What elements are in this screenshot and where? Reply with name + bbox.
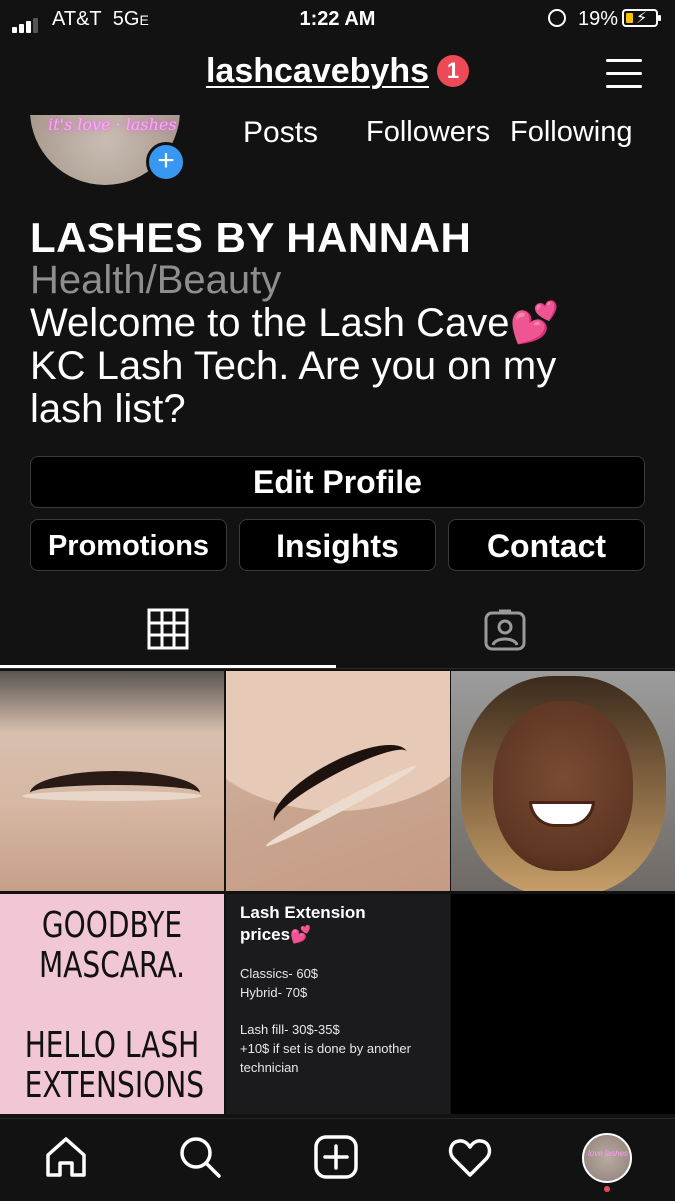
price-line: Hybrid- 70$ — [240, 985, 308, 1000]
price-line: Lash fill- 30$-35$ — [240, 1022, 340, 1037]
tab-tagged[interactable] — [337, 598, 675, 668]
tagged-person-icon — [484, 609, 526, 651]
profile-bio: Welcome to the Lash Cave💕 KC Lash Tech. … — [30, 302, 650, 431]
post-text-block: GOODBYE MASCARA. — [25, 906, 200, 986]
post-title: Lash Extension prices💕 — [240, 902, 366, 946]
new-post-icon[interactable] — [312, 1133, 360, 1181]
price-line: technician — [240, 1060, 299, 1075]
battery-icon: ⚡ — [622, 9, 661, 27]
post-thumbnail-lashes-1[interactable] — [0, 671, 224, 891]
followers-stat[interactable]: Followers — [366, 116, 490, 149]
promotions-button[interactable]: Promotions — [30, 519, 227, 571]
charging-bolt-icon: ⚡ — [636, 10, 648, 27]
profile-category: Health/Beauty — [30, 258, 282, 302]
battery-fill — [626, 13, 633, 23]
add-story-icon[interactable]: + — [146, 142, 186, 182]
search-icon[interactable] — [176, 1133, 224, 1181]
notification-badge[interactable]: 1 — [437, 55, 470, 87]
avatar-neon-sign: it's love · lashes — [48, 115, 177, 134]
price-line: Classics- 60$ — [240, 966, 319, 981]
clock: 1:22 AM — [299, 8, 376, 30]
tab-posts-grid[interactable] — [0, 598, 336, 668]
battery-percent: 19% — [578, 8, 619, 30]
post-thumbnail-lashes-2[interactable] — [226, 671, 450, 891]
orientation-lock-icon — [548, 9, 566, 27]
post-thumbnail-prices[interactable]: Lash Extension prices💕 Classics- 60$ Hyb… — [226, 894, 450, 1114]
post-text-line: MASCARA. — [38, 945, 186, 986]
post-text-line: EXTENSIONS — [24, 1065, 205, 1106]
post-thumbnail-goodbye-mascara[interactable]: GOODBYE MASCARA. HELLO LASH EXTENSIONS — [0, 894, 224, 1114]
empty-grid-cell — [451, 894, 675, 1114]
bio-line: KC Lash Tech. Are you on my — [30, 344, 557, 388]
home-icon[interactable] — [42, 1133, 90, 1181]
price-line: +10$ if set is done by another — [240, 1041, 411, 1056]
bio-line: Welcome to the Lash Cave💕 — [30, 301, 560, 345]
post-text-line: HELLO LASH — [24, 1025, 200, 1066]
post-title-line: prices💕 — [240, 925, 312, 944]
contact-button[interactable]: Contact — [448, 519, 645, 571]
post-text-line: GOODBYE — [41, 905, 183, 946]
activity-heart-icon[interactable] — [446, 1133, 494, 1181]
avatar-neon-sign: love lashes — [588, 1149, 629, 1158]
hamburger-menu-icon[interactable] — [606, 59, 642, 89]
post-text-block: HELLO LASH EXTENSIONS — [24, 1025, 205, 1106]
edit-profile-button[interactable]: Edit Profile — [30, 456, 645, 508]
tabs-divider — [0, 668, 675, 669]
following-stat[interactable]: Following — [510, 116, 633, 149]
posts-stat[interactable]: Posts — [243, 116, 318, 150]
profile-notification-dot — [604, 1186, 610, 1192]
profile-display-name: LASHES BY HANNAH — [30, 214, 472, 261]
profile-avatar-tab[interactable]: love lashes — [582, 1133, 632, 1183]
insights-button[interactable]: Insights — [239, 519, 436, 571]
profile-username-header[interactable]: lashcavebyhs 1 — [0, 52, 675, 91]
post-thumbnail-selfie[interactable] — [451, 671, 675, 891]
grid-icon — [147, 608, 189, 650]
status-bar: AT&T 5GE 1:22 AM 19% ⚡ — [0, 0, 675, 40]
bio-line: lash list? — [30, 387, 186, 431]
username[interactable]: lashcavebyhs — [206, 52, 429, 90]
post-title-line: Lash Extension — [240, 903, 366, 922]
